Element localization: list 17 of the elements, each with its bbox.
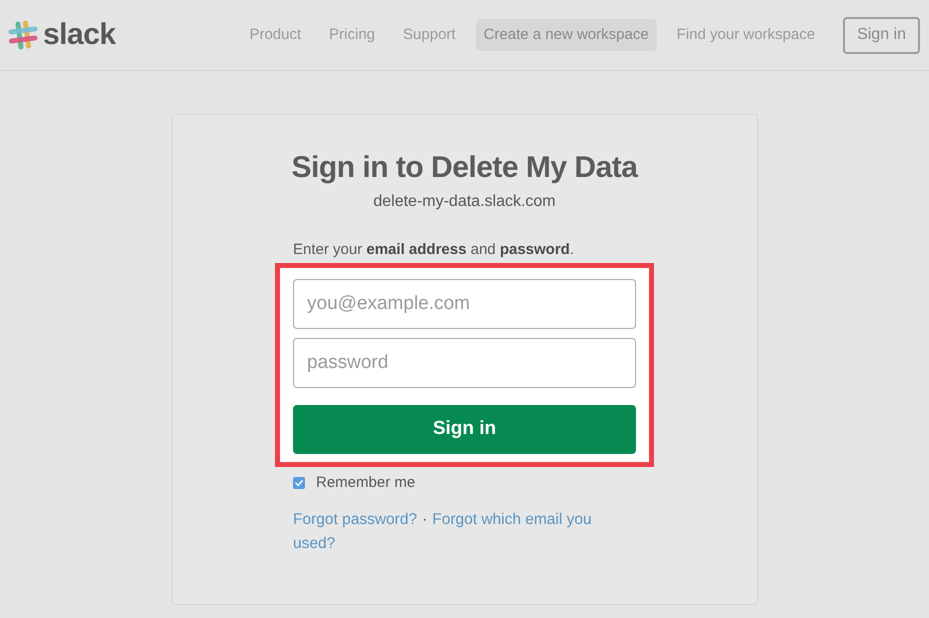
account-help-links[interactable]: Forgot password? · Forgot which email you used? xyxy=(293,508,636,556)
sign-in-button[interactable]: Sign in xyxy=(843,16,920,54)
password-input[interactable]: password xyxy=(293,338,636,388)
instructions-text: Enter your email address and password. xyxy=(293,240,576,260)
checkbox[interactable] xyxy=(293,477,305,489)
nav-link[interactable]: Pricing xyxy=(315,19,390,51)
card-title: Sign in to Delete My Data xyxy=(292,150,638,186)
email-input[interactable]: you@example.com xyxy=(293,279,636,329)
remember-me-label: Remember me xyxy=(316,474,416,492)
submit-button[interactable]: Sign in xyxy=(293,405,636,454)
nav-link[interactable]: Product xyxy=(235,19,316,51)
hash-logo-icon[interactable] xyxy=(8,20,38,50)
nav-button[interactable]: Create a new workspace xyxy=(476,19,657,51)
nav-link[interactable]: Support xyxy=(389,19,470,51)
nav-link[interactable]: Find your workspace xyxy=(662,19,830,51)
workspace-domain: delete-my-data.slack.com xyxy=(373,192,556,212)
logo-wordmark[interactable]: slack xyxy=(43,18,116,52)
